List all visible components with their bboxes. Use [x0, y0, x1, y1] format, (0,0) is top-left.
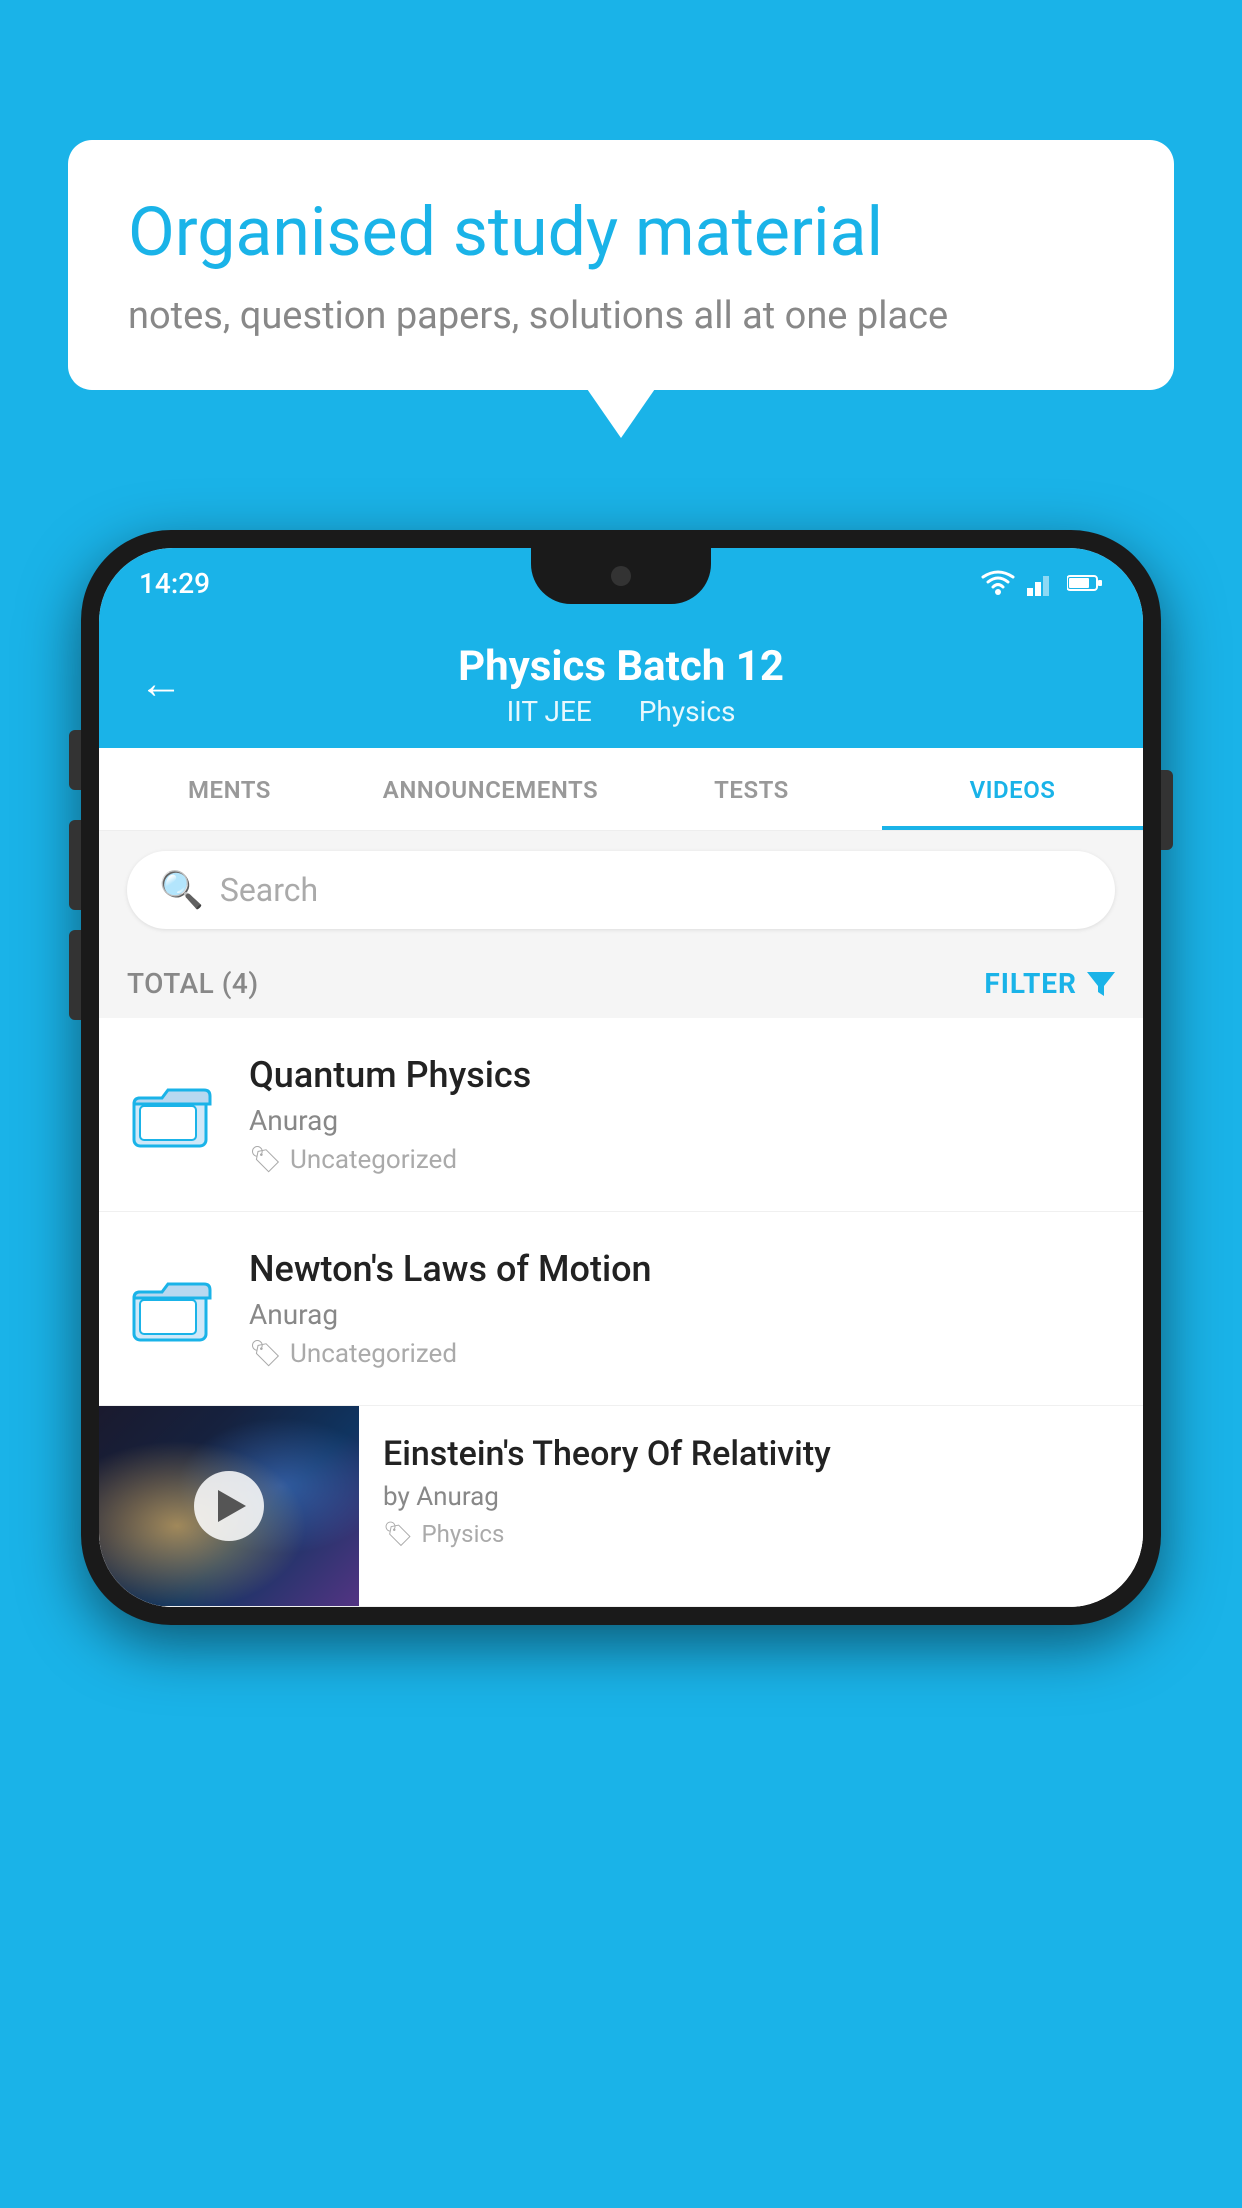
header-tag2: Physics	[639, 695, 736, 728]
list-item[interactable]: Quantum Physics Anurag 🏷 Uncategorized	[99, 1018, 1143, 1212]
phone-outer: 14:29	[81, 530, 1161, 1625]
phone-volume-up-button	[69, 820, 81, 910]
tab-videos[interactable]: VIDEOS	[882, 748, 1143, 830]
status-bar: 14:29	[99, 548, 1143, 618]
item-author: Anurag	[249, 1298, 1115, 1331]
filter-bar: TOTAL (4) FILTER	[99, 949, 1143, 1018]
item-tag: 🏷 Uncategorized	[249, 1145, 1115, 1175]
back-button[interactable]: ←	[139, 657, 183, 709]
video-title: Einstein's Theory Of Relativity	[383, 1434, 1119, 1474]
folder-icon	[132, 1075, 212, 1155]
tab-ments[interactable]: MENTS	[99, 748, 360, 830]
status-time: 14:29	[139, 567, 210, 600]
header-tag1: IIT JEE	[507, 695, 592, 728]
status-icons	[981, 570, 1103, 596]
tag-icon: 🏷	[249, 1339, 282, 1369]
item-content: Newton's Laws of Motion Anurag 🏷 Uncateg…	[249, 1248, 1115, 1369]
battery-icon	[1067, 573, 1103, 593]
video-content: Einstein's Theory Of Relativity by Anura…	[359, 1406, 1143, 1576]
header-title: Physics Batch 12	[139, 642, 1103, 691]
bubble-title: Organised study material	[128, 192, 1114, 274]
phone-wrapper: 14:29	[81, 530, 1161, 1625]
list-item-video[interactable]: Einstein's Theory Of Relativity by Anura…	[99, 1406, 1143, 1607]
video-thumbnail	[99, 1406, 359, 1606]
bubble-subtitle: notes, question papers, solutions all at…	[128, 294, 1114, 338]
tab-tests[interactable]: TESTS	[621, 748, 882, 830]
search-placeholder: Search	[220, 871, 318, 909]
phone-screen: 14:29	[99, 548, 1143, 1607]
app-header: ← Physics Batch 12 IIT JEE Physics	[99, 618, 1143, 748]
phone-power-button	[1161, 770, 1173, 850]
tag-icon: 🏷	[383, 1520, 413, 1548]
list-item[interactable]: Newton's Laws of Motion Anurag 🏷 Uncateg…	[99, 1212, 1143, 1406]
wifi-icon	[981, 570, 1015, 596]
header-subtitle: IIT JEE Physics	[139, 695, 1103, 728]
search-bar[interactable]: 🔍 Search	[127, 851, 1115, 929]
video-author: by Anurag	[383, 1482, 1119, 1512]
tabs-container: MENTS ANNOUNCEMENTS TESTS VIDEOS	[99, 748, 1143, 831]
filter-button[interactable]: FILTER	[984, 967, 1115, 1000]
item-title: Quantum Physics	[249, 1054, 1115, 1096]
tag-icon: 🏷	[249, 1145, 282, 1175]
total-count: TOTAL (4)	[127, 967, 259, 1000]
filter-icon	[1087, 972, 1115, 996]
speech-bubble: Organised study material notes, question…	[68, 140, 1174, 390]
phone-notch	[531, 548, 711, 604]
search-icon: 🔍	[159, 869, 204, 911]
item-title: Newton's Laws of Motion	[249, 1248, 1115, 1290]
speech-bubble-container: Organised study material notes, question…	[68, 140, 1174, 390]
video-list: Quantum Physics Anurag 🏷 Uncategorized	[99, 1018, 1143, 1607]
play-icon	[218, 1490, 246, 1522]
folder-icon	[132, 1269, 212, 1349]
play-button[interactable]	[194, 1471, 264, 1541]
video-tag: 🏷 Physics	[383, 1520, 1119, 1548]
item-author: Anurag	[249, 1104, 1115, 1137]
phone-mute-button	[69, 730, 81, 790]
phone-volume-down-button	[69, 930, 81, 1020]
search-container: 🔍 Search	[99, 831, 1143, 949]
item-tag: 🏷 Uncategorized	[249, 1339, 1115, 1369]
tab-announcements[interactable]: ANNOUNCEMENTS	[360, 748, 621, 830]
camera-dot	[611, 566, 631, 586]
item-icon-folder	[127, 1070, 217, 1160]
signal-icon	[1027, 570, 1055, 596]
item-content: Quantum Physics Anurag 🏷 Uncategorized	[249, 1054, 1115, 1175]
item-icon-folder	[127, 1264, 217, 1354]
